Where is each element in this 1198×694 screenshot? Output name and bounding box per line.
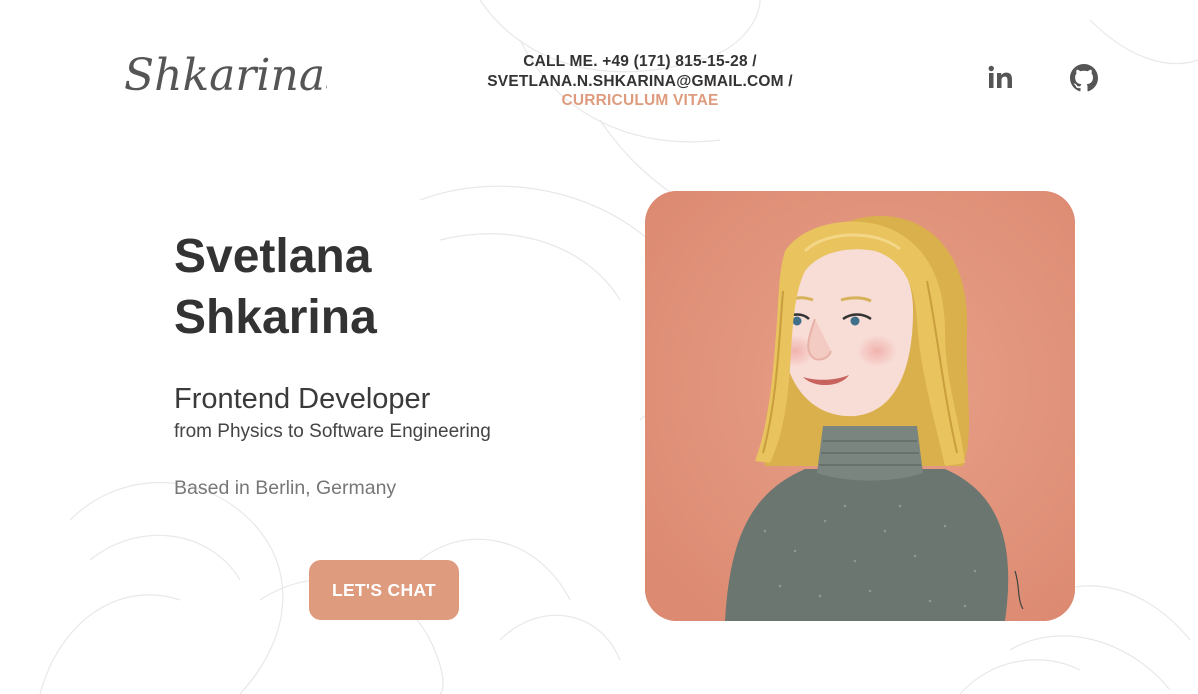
logo-text: ShkarinaS	[124, 50, 327, 101]
github-link[interactable]	[1070, 64, 1098, 92]
linkedin-icon	[988, 65, 1012, 88]
logo-wordmark: ShkarinaS	[124, 50, 355, 101]
last-name: Shkarina	[174, 291, 377, 344]
role-title: Frontend Developer	[174, 383, 431, 415]
portrait-image	[645, 191, 1075, 621]
phone-line[interactable]: CALL ME. +49 (171) 815-15-28 /	[440, 52, 840, 72]
portrait-illustration	[645, 191, 1075, 621]
lets-chat-button[interactable]: LET'S CHAT	[309, 560, 459, 620]
location-text: Based in Berlin, Germany	[174, 477, 397, 499]
github-icon	[1070, 64, 1098, 92]
contact-block: CALL ME. +49 (171) 815-15-28 / SVETLANA.…	[440, 52, 840, 111]
logo[interactable]: ShkarinaS	[122, 48, 355, 104]
first-name: Svetlana	[174, 230, 372, 283]
hero-name: Svetlana Shkarina	[174, 226, 377, 348]
cv-link[interactable]: CURRICULUM VITAE	[440, 91, 840, 111]
role-subtitle: from Physics to Software Engineering	[174, 421, 491, 442]
email-line[interactable]: SVETLANA.N.SHKARINA@GMAIL.COM /	[440, 72, 840, 92]
linkedin-link[interactable]	[986, 64, 1016, 92]
